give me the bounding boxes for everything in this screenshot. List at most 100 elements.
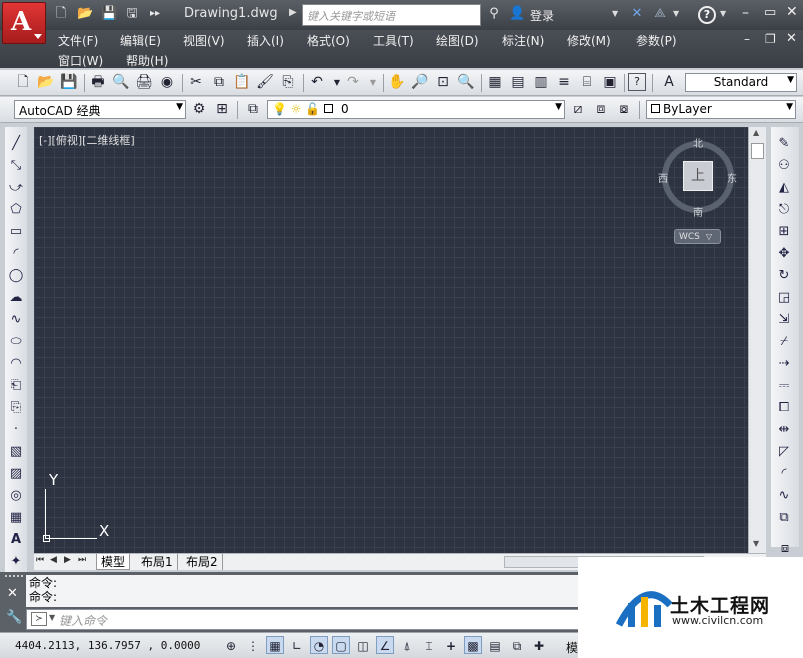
tab-first-icon[interactable]: ⏮ xyxy=(36,555,44,565)
tab-layout1[interactable]: 布局1 xyxy=(137,554,178,570)
help-dropdown-icon[interactable]: ▼ xyxy=(720,9,726,18)
text-style-select[interactable]: Standard ▼ xyxy=(685,73,797,92)
tab-next-icon[interactable]: ▶ xyxy=(64,555,71,565)
tool-palettes-icon[interactable]: ▥ xyxy=(532,73,550,91)
login-label[interactable]: 登录 xyxy=(530,7,554,24)
wcs-menu[interactable]: WCS ▽ xyxy=(674,229,721,244)
rotate-icon[interactable]: ↻ xyxy=(775,267,793,285)
drawing-canvas[interactable]: [-][俯视][二维线框] 上 北 南 东 西 WCS ▽ Y X xyxy=(34,127,748,553)
maximize-icon[interactable]: ▭ xyxy=(764,5,776,20)
recent-commands-icon[interactable]: ▼ xyxy=(49,613,55,622)
extend-icon[interactable]: ⇢ xyxy=(775,355,793,373)
menu-edit[interactable]: 编辑(E) xyxy=(120,32,161,49)
spline-icon[interactable]: ∿ xyxy=(7,311,25,329)
help-icon[interactable]: ? xyxy=(698,6,716,24)
hatch-icon[interactable]: ▧ xyxy=(7,443,25,461)
paste-icon[interactable]: 📋 xyxy=(233,73,251,91)
doc-minimize-icon[interactable]: – xyxy=(744,32,750,46)
menu-draw[interactable]: 绘图(D) xyxy=(436,32,479,49)
workspace-settings-icon[interactable]: ⚙ xyxy=(190,100,208,118)
scroll-down-icon[interactable]: ▼ xyxy=(753,539,759,548)
multiline-text-icon[interactable]: A xyxy=(7,531,25,549)
command-input[interactable]: ≻ ▼ 键入命令 xyxy=(26,609,586,630)
viewcube-top-face[interactable]: 上 xyxy=(683,161,713,191)
break-icon[interactable]: ⧠ xyxy=(775,399,793,417)
construction-line-icon[interactable]: ⤡ xyxy=(7,157,25,175)
minimize-icon[interactable]: – xyxy=(742,5,749,21)
polygon-icon[interactable]: ⬠ xyxy=(7,201,25,219)
publish-icon[interactable]: 🖨 xyxy=(135,73,153,91)
infer-constraints-icon[interactable]: ⊕ xyxy=(222,636,240,654)
snap-mode-icon[interactable]: ⋮ xyxy=(244,636,262,654)
3d-print-icon[interactable]: ◉ xyxy=(158,73,176,91)
blend-curves-icon[interactable]: ∿ xyxy=(775,487,793,505)
object-snap-tracking-icon[interactable]: ∠ xyxy=(376,636,394,654)
break-at-point-icon[interactable]: ⎓ xyxy=(775,377,793,395)
scroll-up-icon[interactable]: ▲ xyxy=(753,128,759,137)
doc-restore-icon[interactable]: ❐ xyxy=(765,32,776,46)
layer-select[interactable]: 💡 ☼ 🔓 0 ▼ xyxy=(267,100,565,119)
compass-east[interactable]: 东 xyxy=(727,170,737,185)
viewport-controls-label[interactable]: [-][俯视][二维线框] xyxy=(39,132,135,148)
menu-parametric[interactable]: 参数(P) xyxy=(636,32,677,49)
help-search-input[interactable]: 键入关键字或短语 xyxy=(302,4,481,26)
compass-north[interactable]: 北 xyxy=(693,135,703,150)
customize-icon[interactable]: ⊞ xyxy=(213,100,231,118)
save-icon[interactable]: 💾 xyxy=(60,73,78,91)
command-prompt-icon[interactable]: ≻ xyxy=(31,612,47,626)
zoom-realtime-icon[interactable]: 🔎 xyxy=(411,73,429,91)
offset-icon[interactable]: ⎋ xyxy=(775,201,793,219)
grid-display-icon[interactable]: ▦ xyxy=(266,636,284,654)
search-arrow-icon[interactable]: ▶ xyxy=(289,7,297,18)
color-select[interactable]: ByLayer ▼ xyxy=(646,100,796,119)
revision-cloud-icon[interactable]: ☁ xyxy=(7,289,25,307)
scale-icon[interactable]: ◲ xyxy=(775,289,793,307)
menu-file[interactable]: 文件(F) xyxy=(58,32,98,49)
workspace-select[interactable]: AutoCAD 经典 ▼ xyxy=(14,100,186,119)
tab-prev-icon[interactable]: ◀ xyxy=(50,555,57,565)
help-button-icon[interactable]: ? xyxy=(628,73,646,91)
3d-object-snap-icon[interactable]: ◫ xyxy=(354,636,372,654)
plot-icon[interactable]: 🖶 xyxy=(89,73,107,91)
ellipse-icon[interactable]: ⬭ xyxy=(7,333,25,351)
menu-window[interactable]: 窗口(W) xyxy=(58,52,103,69)
user-icon[interactable]: 👤 xyxy=(509,6,525,22)
array-icon[interactable]: ⊞ xyxy=(775,223,793,241)
tab-layout2[interactable]: 布局2 xyxy=(182,554,223,570)
layer-previous-icon[interactable]: ⧈ xyxy=(592,100,610,118)
autodesk-360-icon[interactable]: ⟁ xyxy=(652,6,668,22)
gradient-icon[interactable]: ▨ xyxy=(7,465,25,483)
markup-icon[interactable]: ⌸ xyxy=(578,73,596,91)
ortho-mode-icon[interactable]: ∟ xyxy=(288,636,306,654)
table-icon[interactable]: ▦ xyxy=(7,509,25,527)
menu-modify[interactable]: 修改(M) xyxy=(567,32,611,49)
arc-icon[interactable]: ◜ xyxy=(7,245,25,263)
command-grip-icon[interactable] xyxy=(5,575,23,581)
chamfer-icon[interactable]: ◸ xyxy=(775,443,793,461)
new-file-icon[interactable]: 🗋 xyxy=(53,6,69,22)
tab-last-icon[interactable]: ⏭ xyxy=(78,555,86,565)
new-icon[interactable]: 🗋 xyxy=(14,73,32,91)
line-icon[interactable]: ╱ xyxy=(7,135,25,153)
fillet-icon[interactable]: ◜ xyxy=(775,465,793,483)
command-customize-icon[interactable]: 🔧 xyxy=(6,610,22,625)
menu-tools[interactable]: 工具(T) xyxy=(373,32,414,49)
scroll-thumb[interactable] xyxy=(751,143,764,159)
make-block-icon[interactable]: ⎘ xyxy=(7,399,25,417)
circle-icon[interactable]: ◯ xyxy=(7,267,25,285)
move-icon[interactable]: ✥ xyxy=(775,245,793,263)
zoom-window-icon[interactable]: ⊡ xyxy=(434,73,452,91)
binoculars-icon[interactable]: ⚲ xyxy=(486,6,502,22)
transparency-icon[interactable]: ▩ xyxy=(464,636,482,654)
explode-icon[interactable]: ⧉ xyxy=(775,509,793,527)
menu-format[interactable]: 格式(O) xyxy=(307,32,350,49)
insert-block-icon[interactable]: ⎗ xyxy=(7,377,25,395)
open-icon[interactable]: 📂 xyxy=(37,73,55,91)
stretch-icon[interactable]: ⇲ xyxy=(775,311,793,329)
more-tools-icon[interactable]: ▸▸ xyxy=(147,6,163,22)
cut-icon[interactable]: ✂ xyxy=(187,73,205,91)
object-snap-icon[interactable]: ▢ xyxy=(332,636,350,654)
tab-model[interactable]: 模型 xyxy=(96,554,131,570)
properties-icon[interactable]: ▦ xyxy=(486,73,504,91)
copy-icon[interactable]: ⧉ xyxy=(210,73,228,91)
